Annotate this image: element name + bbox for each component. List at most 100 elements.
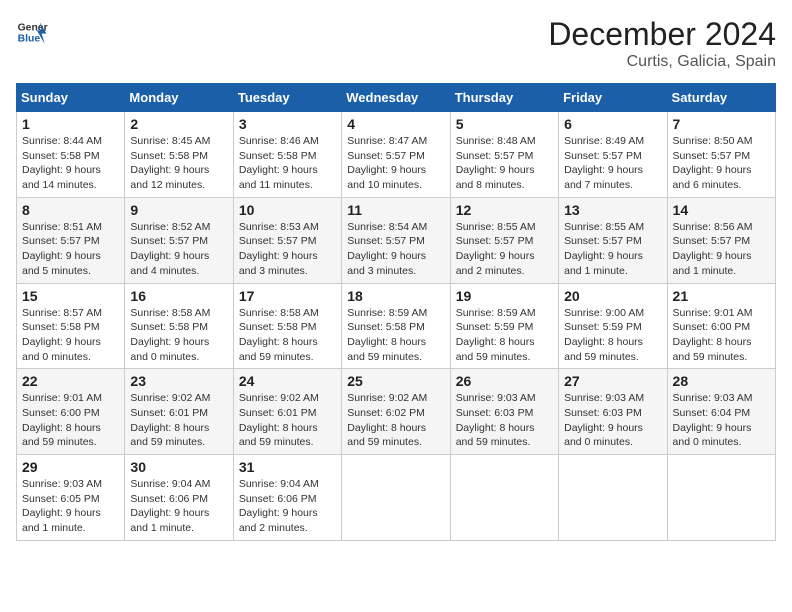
day-info: Sunrise: 9:04 AM Sunset: 6:06 PM Dayligh… (130, 477, 227, 536)
calendar-cell: 25 Sunrise: 9:02 AM Sunset: 6:02 PM Dayli… (342, 369, 450, 455)
day-info: Sunrise: 9:03 AM Sunset: 6:05 PM Dayligh… (22, 477, 119, 536)
day-number: 10 (239, 202, 336, 218)
day-number: 28 (673, 373, 770, 389)
calendar-week-row: 22 Sunrise: 9:01 AM Sunset: 6:00 PM Dayli… (17, 369, 776, 455)
day-number: 4 (347, 116, 444, 132)
logo-icon: General Blue (16, 16, 48, 48)
calendar-cell: 24 Sunrise: 9:02 AM Sunset: 6:01 PM Dayli… (233, 369, 341, 455)
day-info: Sunrise: 8:45 AM Sunset: 5:58 PM Dayligh… (130, 134, 227, 193)
day-info: Sunrise: 8:56 AM Sunset: 5:57 PM Dayligh… (673, 220, 770, 279)
calendar-cell (559, 455, 667, 541)
calendar-cell: 16Sunrise: 8:58 AM Sunset: 5:58 PM Dayli… (125, 283, 233, 369)
weekday-header: Tuesday (233, 84, 341, 112)
day-number: 11 (347, 202, 444, 218)
calendar-cell: 19Sunrise: 8:59 AM Sunset: 5:59 PM Dayli… (450, 283, 558, 369)
calendar-week-row: 15 Sunrise: 8:57 AM Sunset: 5:58 PM Dayli… (17, 283, 776, 369)
day-number: 15 (22, 288, 119, 304)
calendar-cell: 6 Sunrise: 8:49 AM Sunset: 5:57 PM Daylig… (559, 112, 667, 198)
day-info: Sunrise: 9:01 AM Sunset: 6:00 PM Dayligh… (22, 391, 119, 450)
calendar-cell (450, 455, 558, 541)
day-info: Sunrise: 8:52 AM Sunset: 5:57 PM Dayligh… (130, 220, 227, 279)
day-number: 23 (130, 373, 227, 389)
calendar-cell: 26 Sunrise: 9:03 AM Sunset: 6:03 PM Dayli… (450, 369, 558, 455)
day-number: 5 (456, 116, 553, 132)
day-number: 19 (456, 288, 553, 304)
day-number: 20 (564, 288, 661, 304)
day-number: 9 (130, 202, 227, 218)
day-info: Sunrise: 9:00 AM Sunset: 5:59 PM Dayligh… (564, 306, 661, 365)
calendar-cell: 11 Sunrise: 8:54 AM Sunset: 5:57 PM Dayli… (342, 197, 450, 283)
calendar-cell: 17 Sunrise: 8:58 AM Sunset: 5:58 PM Dayli… (233, 283, 341, 369)
calendar-cell: 29 Sunrise: 9:03 AM Sunset: 6:05 PM Dayli… (17, 455, 125, 541)
calendar-cell: 2 Sunrise: 8:45 AM Sunset: 5:58 PM Daylig… (125, 112, 233, 198)
day-info: Sunrise: 9:03 AM Sunset: 6:03 PM Dayligh… (456, 391, 553, 450)
weekday-header: Saturday (667, 84, 775, 112)
day-info: Sunrise: 9:02 AM Sunset: 6:02 PM Dayligh… (347, 391, 444, 450)
calendar-table: SundayMondayTuesdayWednesdayThursdayFrid… (16, 83, 776, 541)
calendar-cell: 8 Sunrise: 8:51 AM Sunset: 5:57 PM Daylig… (17, 197, 125, 283)
day-info: Sunrise: 9:03 AM Sunset: 6:04 PM Dayligh… (673, 391, 770, 450)
calendar-cell: 4 Sunrise: 8:47 AM Sunset: 5:57 PM Daylig… (342, 112, 450, 198)
day-info: Sunrise: 8:44 AM Sunset: 5:58 PM Dayligh… (22, 134, 119, 193)
calendar-cell: 28 Sunrise: 9:03 AM Sunset: 6:04 PM Dayli… (667, 369, 775, 455)
day-info: Sunrise: 8:46 AM Sunset: 5:58 PM Dayligh… (239, 134, 336, 193)
day-info: Sunrise: 9:02 AM Sunset: 6:01 PM Dayligh… (130, 391, 227, 450)
weekday-header-row: SundayMondayTuesdayWednesdayThursdayFrid… (17, 84, 776, 112)
weekday-header: Thursday (450, 84, 558, 112)
day-number: 8 (22, 202, 119, 218)
weekday-header: Sunday (17, 84, 125, 112)
day-number: 24 (239, 373, 336, 389)
day-number: 3 (239, 116, 336, 132)
location: Curtis, Galicia, Spain (548, 53, 776, 71)
day-number: 13 (564, 202, 661, 218)
day-number: 16 (130, 288, 227, 304)
calendar-cell (667, 455, 775, 541)
day-info: Sunrise: 8:54 AM Sunset: 5:57 PM Dayligh… (347, 220, 444, 279)
calendar-cell: 30Sunrise: 9:04 AM Sunset: 6:06 PM Dayli… (125, 455, 233, 541)
logo: General Blue (16, 16, 48, 48)
day-info: Sunrise: 8:51 AM Sunset: 5:57 PM Dayligh… (22, 220, 119, 279)
calendar-cell: 23 Sunrise: 9:02 AM Sunset: 6:01 PM Dayli… (125, 369, 233, 455)
calendar-week-row: 29 Sunrise: 9:03 AM Sunset: 6:05 PM Dayli… (17, 455, 776, 541)
weekday-header: Wednesday (342, 84, 450, 112)
day-number: 26 (456, 373, 553, 389)
day-number: 17 (239, 288, 336, 304)
calendar-cell: 10 Sunrise: 8:53 AM Sunset: 5:57 PM Dayli… (233, 197, 341, 283)
calendar-cell: 20 Sunrise: 9:00 AM Sunset: 5:59 PM Dayli… (559, 283, 667, 369)
calendar-cell: 22 Sunrise: 9:01 AM Sunset: 6:00 PM Dayli… (17, 369, 125, 455)
day-info: Sunrise: 8:58 AM Sunset: 5:58 PM Dayligh… (239, 306, 336, 365)
day-info: Sunrise: 9:01 AM Sunset: 6:00 PM Dayligh… (673, 306, 770, 365)
day-info: Sunrise: 8:59 AM Sunset: 5:58 PM Dayligh… (347, 306, 444, 365)
day-info: Sunrise: 8:53 AM Sunset: 5:57 PM Dayligh… (239, 220, 336, 279)
calendar-cell: 7Sunrise: 8:50 AM Sunset: 5:57 PM Daylig… (667, 112, 775, 198)
day-number: 14 (673, 202, 770, 218)
calendar-cell: 21Sunrise: 9:01 AM Sunset: 6:00 PM Dayli… (667, 283, 775, 369)
title-block: December 2024 Curtis, Galicia, Spain (548, 16, 776, 71)
day-number: 22 (22, 373, 119, 389)
day-number: 2 (130, 116, 227, 132)
day-number: 25 (347, 373, 444, 389)
calendar-cell: 5 Sunrise: 8:48 AM Sunset: 5:57 PM Daylig… (450, 112, 558, 198)
calendar-cell: 31Sunrise: 9:04 AM Sunset: 6:06 PM Dayli… (233, 455, 341, 541)
day-info: Sunrise: 8:47 AM Sunset: 5:57 PM Dayligh… (347, 134, 444, 193)
calendar-week-row: 8 Sunrise: 8:51 AM Sunset: 5:57 PM Daylig… (17, 197, 776, 283)
calendar-cell: 15 Sunrise: 8:57 AM Sunset: 5:58 PM Dayli… (17, 283, 125, 369)
calendar-cell: 14 Sunrise: 8:56 AM Sunset: 5:57 PM Dayli… (667, 197, 775, 283)
day-info: Sunrise: 9:04 AM Sunset: 6:06 PM Dayligh… (239, 477, 336, 536)
weekday-header: Friday (559, 84, 667, 112)
day-info: Sunrise: 8:55 AM Sunset: 5:57 PM Dayligh… (564, 220, 661, 279)
calendar-cell: 27Sunrise: 9:03 AM Sunset: 6:03 PM Dayli… (559, 369, 667, 455)
calendar-cell: 13 Sunrise: 8:55 AM Sunset: 5:57 PM Dayli… (559, 197, 667, 283)
day-number: 18 (347, 288, 444, 304)
day-number: 1 (22, 116, 119, 132)
calendar-cell: 1 Sunrise: 8:44 AM Sunset: 5:58 PM Daylig… (17, 112, 125, 198)
day-number: 29 (22, 459, 119, 475)
day-info: Sunrise: 8:48 AM Sunset: 5:57 PM Dayligh… (456, 134, 553, 193)
calendar-cell: 9 Sunrise: 8:52 AM Sunset: 5:57 PM Daylig… (125, 197, 233, 283)
day-info: Sunrise: 9:03 AM Sunset: 6:03 PM Dayligh… (564, 391, 661, 450)
day-info: Sunrise: 9:02 AM Sunset: 6:01 PM Dayligh… (239, 391, 336, 450)
day-info: Sunrise: 8:49 AM Sunset: 5:57 PM Dayligh… (564, 134, 661, 193)
day-info: Sunrise: 8:55 AM Sunset: 5:57 PM Dayligh… (456, 220, 553, 279)
day-info: Sunrise: 8:57 AM Sunset: 5:58 PM Dayligh… (22, 306, 119, 365)
day-number: 6 (564, 116, 661, 132)
